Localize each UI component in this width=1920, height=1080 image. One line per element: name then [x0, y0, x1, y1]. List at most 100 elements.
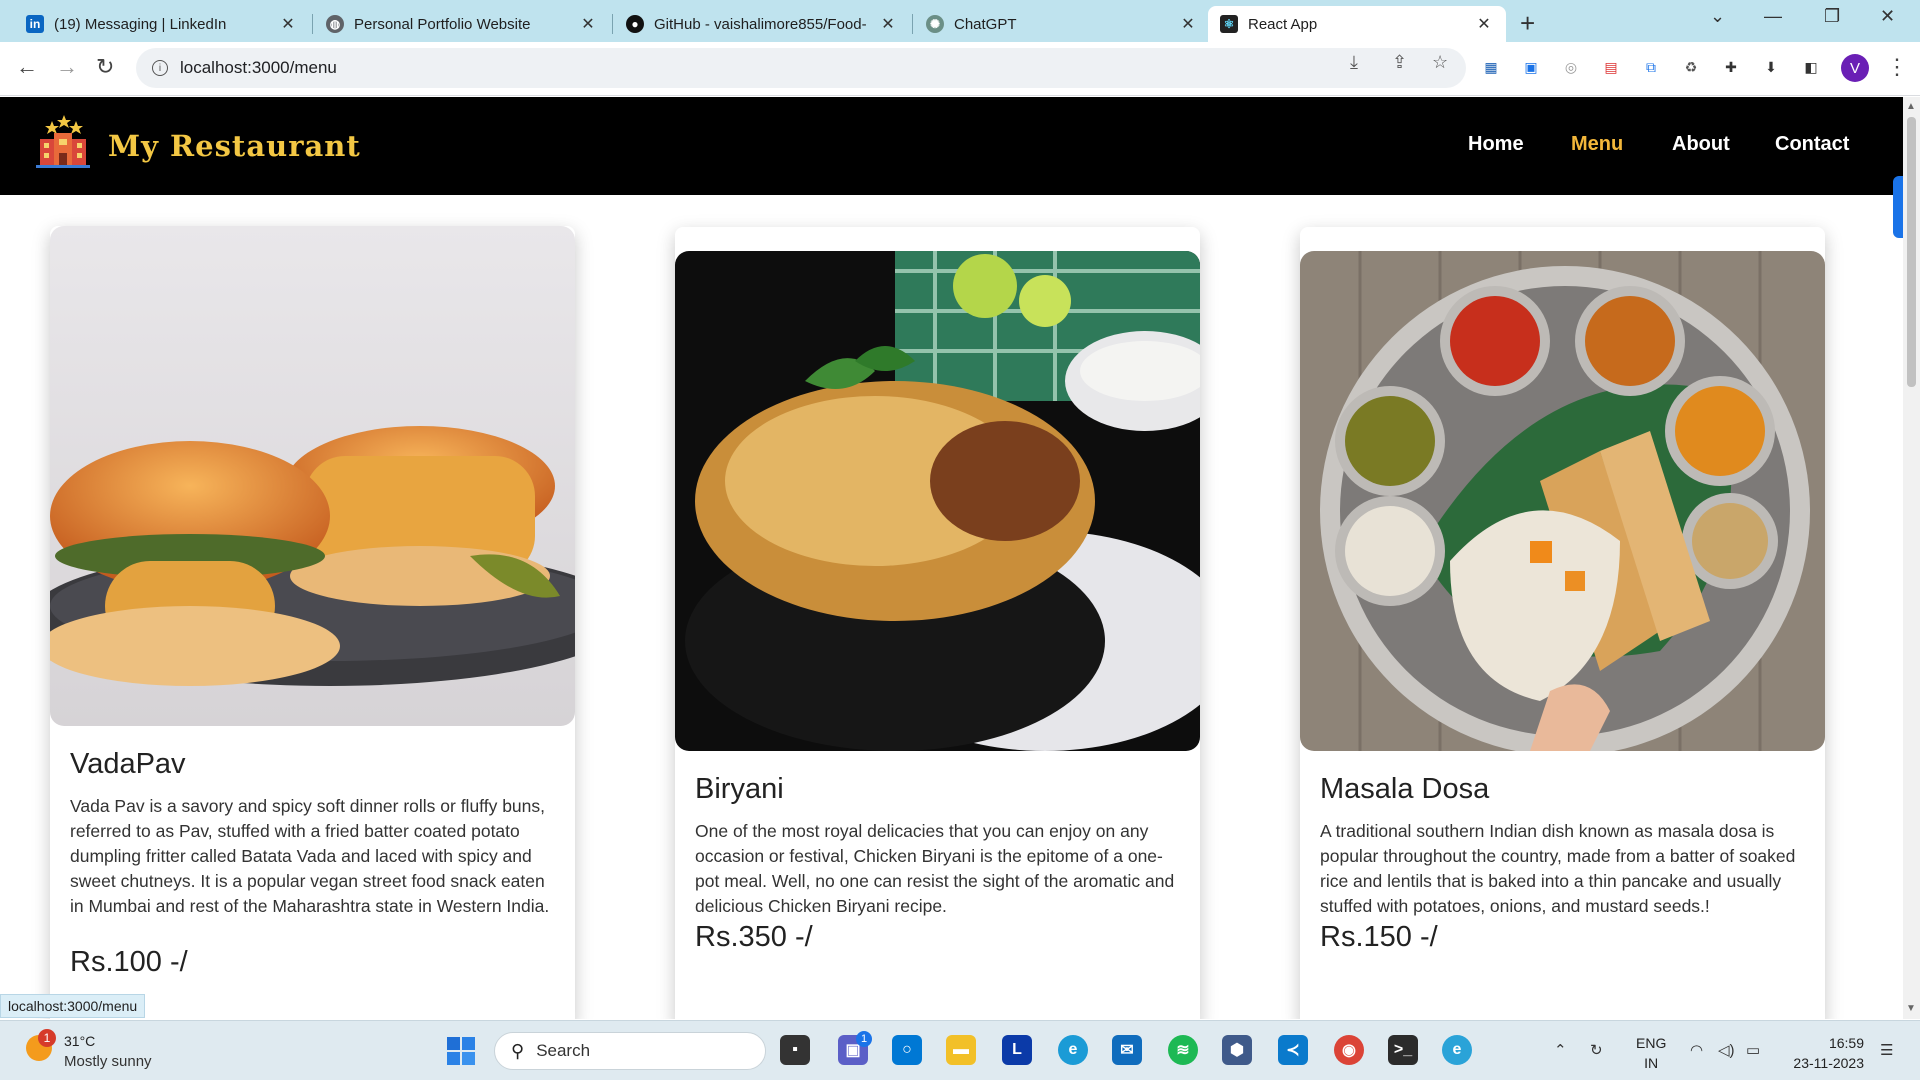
- item-description: One of the most royal delicacies that yo…: [695, 821, 1175, 916]
- edge-icon[interactable]: e: [1058, 1035, 1088, 1065]
- clock-date: 23-11-2023: [1793, 1055, 1864, 1071]
- file-explorer-icon[interactable]: ▬: [946, 1035, 976, 1065]
- taskbar-search[interactable]: ⚲ Search: [494, 1032, 766, 1070]
- nav-about[interactable]: About: [1672, 133, 1730, 156]
- restaurant-logo-icon[interactable]: [32, 113, 92, 173]
- masala-dosa-image: [1300, 251, 1825, 751]
- item-title: Biryani: [695, 773, 784, 805]
- scroll-down-icon[interactable]: ▼: [1906, 1003, 1916, 1014]
- item-price: Rs.350 -/: [695, 921, 813, 953]
- address-bar[interactable]: i localhost:3000/menu: [136, 48, 1466, 88]
- task-view-icon[interactable]: ▪: [780, 1035, 810, 1065]
- tab-search-icon[interactable]: ⌄: [1710, 6, 1725, 27]
- spotify-icon[interactable]: ≋: [1168, 1035, 1198, 1065]
- item-price: Rs.100 -/: [70, 946, 188, 978]
- linkedin-icon: in: [26, 15, 44, 33]
- taskbar: 1 31°C Mostly sunny ⚲ Search ▪ ▣ 1 ○ ▬ L…: [0, 1020, 1920, 1080]
- scrollbar-thumb[interactable]: [1907, 117, 1916, 387]
- volume-icon[interactable]: ◁): [1718, 1041, 1735, 1059]
- address-url: localhost:3000/menu: [180, 58, 337, 77]
- item-price: Rs.150 -/: [1320, 921, 1438, 953]
- tab-divider: [612, 14, 613, 34]
- extension-circle-icon[interactable]: ◎: [1560, 56, 1582, 78]
- l-app-icon[interactable]: L: [1002, 1035, 1032, 1065]
- close-icon[interactable]: ✕: [878, 14, 898, 34]
- page-scrollbar[interactable]: ▲ ▼: [1903, 97, 1920, 1019]
- profile-avatar[interactable]: V: [1841, 54, 1869, 82]
- taskbar-search-label: Search: [536, 1041, 591, 1060]
- maximize-button[interactable]: ❐: [1824, 6, 1840, 27]
- back-arrow-icon[interactable]: ←: [16, 54, 38, 80]
- new-tab-button[interactable]: +: [1520, 8, 1535, 39]
- install-app-icon[interactable]: ⤓: [1350, 52, 1358, 73]
- extensions-puzzle-icon[interactable]: ✚: [1720, 56, 1742, 78]
- reload-icon[interactable]: ↻: [96, 54, 114, 80]
- wifi-icon[interactable]: ◠: [1690, 1041, 1703, 1059]
- chrome-icon[interactable]: ◉: [1334, 1035, 1364, 1065]
- close-icon[interactable]: ✕: [278, 14, 298, 34]
- item-description: A traditional southern Indian dish known…: [1320, 821, 1796, 916]
- react-icon: ⚛: [1220, 15, 1238, 33]
- share-icon[interactable]: ⇪: [1392, 52, 1407, 73]
- menu-card-biryani[interactable]: Biryani One of the most royal delicacies…: [675, 227, 1200, 1019]
- cortana-icon[interactable]: ○: [892, 1035, 922, 1065]
- side-panel-icon[interactable]: ◧: [1800, 56, 1822, 78]
- close-icon[interactable]: ✕: [1178, 14, 1198, 34]
- language-indicator[interactable]: ENG IN: [1636, 1033, 1666, 1073]
- downloads-icon[interactable]: ⬇: [1760, 56, 1782, 78]
- weather-condition[interactable]: Mostly sunny: [64, 1053, 152, 1070]
- windows-start-icon[interactable]: [446, 1036, 476, 1066]
- tab-github[interactable]: ● GitHub - vaishalimore855/Food- ✕: [614, 6, 910, 42]
- edge-dev-icon[interactable]: e: [1442, 1035, 1472, 1065]
- tab-linkedin[interactable]: in (19) Messaging | LinkedIn ✕: [14, 6, 310, 42]
- system-clock[interactable]: 16:59 23-11-2023: [1780, 1033, 1864, 1073]
- site-navbar: My Restaurant Home Menu About Contact: [0, 97, 1903, 195]
- bookmark-star-icon[interactable]: ☆: [1432, 52, 1448, 73]
- notifications-icon[interactable]: ☰: [1880, 1041, 1893, 1059]
- menu-card-vadapav[interactable]: VadaPav Vada Pav is a savory and spicy s…: [50, 226, 575, 1019]
- minimize-button[interactable]: —: [1764, 6, 1782, 27]
- item-title: VadaPav: [70, 748, 186, 780]
- tab-divider: [912, 14, 913, 34]
- extension-screen-icon[interactable]: ▣: [1520, 56, 1542, 78]
- biryani-image: [675, 251, 1200, 751]
- extension-recycle-icon[interactable]: ♻: [1680, 56, 1702, 78]
- extension-doc-icon[interactable]: ▤: [1600, 56, 1622, 78]
- tab-chatgpt[interactable]: ✺ ChatGPT ✕: [914, 6, 1210, 42]
- site-brand[interactable]: My Restaurant: [108, 129, 361, 163]
- tab-react-app[interactable]: ⚛ React App ✕: [1208, 6, 1506, 42]
- chat-badge: 1: [856, 1031, 872, 1047]
- settings-hex-icon[interactable]: ⬢: [1222, 1035, 1252, 1065]
- side-panel-handle[interactable]: [1893, 176, 1903, 238]
- tab-title: React App: [1248, 15, 1318, 33]
- info-icon[interactable]: i: [152, 60, 168, 76]
- tab-portfolio[interactable]: ◍ Personal Portfolio Website ✕: [314, 6, 610, 42]
- terminal-icon[interactable]: >_: [1388, 1035, 1418, 1065]
- menu-card-masala-dosa[interactable]: Masala Dosa A traditional southern India…: [1300, 227, 1825, 1019]
- more-menu-icon[interactable]: ⋮: [1886, 54, 1908, 80]
- page-viewport: My Restaurant Home Menu About Contact Va…: [0, 97, 1903, 1019]
- tab-title: Personal Portfolio Website: [354, 15, 531, 33]
- mail-icon[interactable]: ✉: [1112, 1035, 1142, 1065]
- scroll-up-icon[interactable]: ▲: [1906, 101, 1916, 112]
- close-icon[interactable]: ✕: [1474, 14, 1494, 34]
- nav-home[interactable]: Home: [1468, 133, 1524, 156]
- tab-title: GitHub - vaishalimore855/Food-: [654, 15, 867, 33]
- extension-grid-icon[interactable]: ▦: [1480, 56, 1502, 78]
- sync-icon[interactable]: ↻: [1590, 1041, 1603, 1059]
- nav-menu[interactable]: Menu: [1571, 133, 1623, 156]
- search-icon: ⚲: [511, 1040, 525, 1061]
- close-icon[interactable]: ✕: [578, 14, 598, 34]
- forward-arrow-icon[interactable]: →: [56, 54, 78, 80]
- tab-title: (19) Messaging | LinkedIn: [54, 15, 227, 33]
- extension-copy-icon[interactable]: ⧉: [1640, 56, 1662, 78]
- close-window-button[interactable]: ✕: [1880, 6, 1895, 27]
- weather-temperature[interactable]: 31°C: [64, 1033, 95, 1049]
- nav-contact[interactable]: Contact: [1775, 133, 1849, 156]
- github-icon: ●: [626, 15, 644, 33]
- show-hidden-icons[interactable]: ⌃: [1554, 1041, 1567, 1059]
- status-bar-url: localhost:3000/menu: [0, 994, 146, 1018]
- battery-icon[interactable]: ▭: [1746, 1041, 1760, 1059]
- vscode-icon[interactable]: ≺: [1278, 1035, 1308, 1065]
- region-code: IN: [1644, 1055, 1659, 1071]
